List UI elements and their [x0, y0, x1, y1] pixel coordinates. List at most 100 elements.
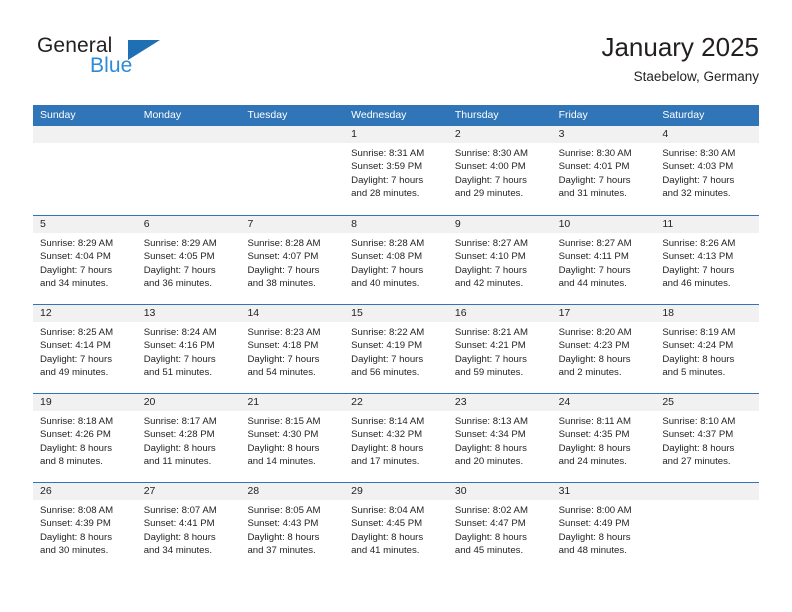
day-detail-line: Sunset: 4:43 PM	[247, 518, 319, 530]
day-cell[interactable]: 4 Sunrise: 8:30 AM Sunset: 4:03 PM Daylight…	[655, 126, 760, 215]
day-detail-line: and 59 minutes.	[454, 367, 524, 379]
day-number: 10	[551, 216, 656, 233]
day-detail-line: Daylight: 8 hours	[143, 531, 216, 543]
day-cell[interactable]: 7 Sunrise: 8:28 AM Sunset: 4:07 PM Daylight…	[240, 216, 345, 304]
day-detail-line: Daylight: 8 hours	[40, 442, 112, 454]
logo-text-blue: Blue	[90, 54, 133, 77]
day-detail-line: Sunrise: 8:00 AM	[558, 505, 632, 516]
day-detail-line: Sunrise: 8:26 AM	[662, 238, 736, 249]
day-cell[interactable]: 30 Sunrise: 8:02 AM Sunset: 4:47 PM Dayligh…	[447, 483, 552, 571]
day-cell[interactable]: 6 Sunrise: 8:29 AM Sunset: 4:05 PM Daylight…	[136, 216, 241, 304]
day-detail-line: Sunset: 4:35 PM	[558, 429, 630, 441]
day-cell[interactable]: 29 Sunrise: 8:04 AM Sunset: 4:45 PM Dayligh…	[344, 483, 448, 571]
day-cell[interactable]: 23 Sunrise: 8:13 AM Sunset: 4:34 PM Dayligh…	[447, 394, 552, 482]
day-cell[interactable]: 8 Sunrise: 8:28 AM Sunset: 4:08 PM Daylight…	[344, 216, 448, 304]
day-cell[interactable]: 19 Sunrise: 8:18 AM Sunset: 4:26 PM Dayligh…	[33, 394, 137, 482]
day-detail-line: and 36 minutes.	[143, 278, 212, 290]
day-detail-line: and 34 minutes.	[40, 278, 109, 290]
day-detail-line: Sunset: 4:45 PM	[351, 518, 423, 530]
day-cell[interactable]: 12 Sunrise: 8:25 AM Sunset: 4:14 PM Dayligh…	[33, 305, 137, 393]
day-cell[interactable]: 31 Sunrise: 8:00 AM Sunset: 4:49 PM Dayligh…	[551, 483, 656, 571]
day-details: Sunrise: 8:21 AM Sunset: 4:21 PM Daylight:…	[448, 322, 552, 380]
day-detail-line: Sunset: 4:49 PM	[558, 518, 630, 530]
day-cell[interactable]: 16 Sunrise: 8:21 AM Sunset: 4:21 PM Dayligh…	[447, 305, 552, 393]
day-detail-line: Sunrise: 8:02 AM	[454, 505, 528, 516]
day-cell[interactable]: 26 Sunrise: 8:08 AM Sunset: 4:39 PM Dayligh…	[33, 483, 137, 571]
day-cell[interactable]: 27 Sunrise: 8:07 AM Sunset: 4:41 PM Dayligh…	[136, 483, 241, 571]
day-cell[interactable]: 25 Sunrise: 8:10 AM Sunset: 4:37 PM Dayligh…	[655, 394, 760, 482]
day-detail-line: Sunrise: 8:30 AM	[454, 148, 528, 159]
day-detail-line: and 38 minutes.	[247, 278, 316, 290]
day-detail-line: Sunrise: 8:14 AM	[351, 416, 425, 427]
day-cell[interactable]: 9 Sunrise: 8:27 AM Sunset: 4:10 PM Daylight…	[447, 216, 552, 304]
day-number: 11	[655, 216, 760, 233]
day-number	[240, 126, 345, 143]
day-details: Sunrise: 8:00 AM Sunset: 4:49 PM Daylight:…	[552, 500, 656, 558]
day-number: 27	[136, 483, 241, 500]
calendar-page: General Blue January 2025 Staebelow, Ger…	[0, 0, 792, 612]
day-cell[interactable]: 15 Sunrise: 8:22 AM Sunset: 4:19 PM Dayligh…	[344, 305, 448, 393]
day-detail-line: and 24 minutes.	[558, 456, 627, 468]
day-details: Sunrise: 8:14 AM Sunset: 4:32 PM Daylight:…	[344, 411, 448, 469]
day-number: 29	[344, 483, 448, 500]
day-details: Sunrise: 8:30 AM Sunset: 4:03 PM Daylight:…	[655, 143, 759, 201]
calendar-weeks: 1 Sunrise: 8:31 AM Sunset: 3:59 PM Daylight…	[33, 126, 760, 571]
day-number	[655, 483, 760, 500]
day-number: 5	[33, 216, 137, 233]
day-details: Sunrise: 8:07 AM Sunset: 4:41 PM Daylight:…	[137, 500, 241, 558]
day-detail-line: Daylight: 8 hours	[662, 353, 735, 365]
day-number	[33, 126, 137, 143]
day-cell[interactable]: 11 Sunrise: 8:26 AM Sunset: 4:13 PM Dayligh…	[655, 216, 760, 304]
day-number: 22	[344, 394, 448, 411]
day-detail-line: Sunrise: 8:21 AM	[454, 327, 528, 338]
day-cell[interactable]: 1 Sunrise: 8:31 AM Sunset: 3:59 PM Daylight…	[344, 126, 448, 215]
logo-triangle-icon	[128, 40, 160, 60]
day-cell[interactable]: 2 Sunrise: 8:30 AM Sunset: 4:00 PM Daylight…	[447, 126, 552, 215]
day-detail-line: and 54 minutes.	[247, 367, 316, 379]
day-cell[interactable]: 20 Sunrise: 8:17 AM Sunset: 4:28 PM Dayligh…	[136, 394, 241, 482]
day-cell[interactable]: 22 Sunrise: 8:14 AM Sunset: 4:32 PM Dayligh…	[344, 394, 448, 482]
day-detail-line: Sunset: 4:41 PM	[143, 518, 215, 530]
day-details: Sunrise: 8:23 AM Sunset: 4:18 PM Daylight:…	[240, 322, 344, 380]
day-cell[interactable]: 5 Sunrise: 8:29 AM Sunset: 4:04 PM Daylight…	[33, 216, 137, 304]
day-details	[137, 143, 241, 147]
day-details: Sunrise: 8:17 AM Sunset: 4:28 PM Daylight:…	[137, 411, 241, 469]
day-number	[136, 126, 241, 143]
day-detail-line: Sunset: 4:19 PM	[351, 340, 423, 352]
day-detail-line: Daylight: 7 hours	[662, 264, 735, 276]
day-cell[interactable]: 28 Sunrise: 8:05 AM Sunset: 4:43 PM Dayligh…	[240, 483, 345, 571]
day-details	[240, 143, 344, 147]
day-details: Sunrise: 8:24 AM Sunset: 4:16 PM Daylight:…	[137, 322, 241, 380]
day-detail-line: and 34 minutes.	[143, 545, 212, 557]
day-cell[interactable]: 21 Sunrise: 8:15 AM Sunset: 4:30 PM Dayligh…	[240, 394, 345, 482]
day-detail-line: Daylight: 7 hours	[351, 174, 424, 186]
day-detail-line: Sunset: 4:32 PM	[351, 429, 423, 441]
day-detail-line: and 30 minutes.	[40, 545, 109, 557]
day-cell[interactable]: 17 Sunrise: 8:20 AM Sunset: 4:23 PM Dayligh…	[551, 305, 656, 393]
day-cell[interactable]: 24 Sunrise: 8:11 AM Sunset: 4:35 PM Dayligh…	[551, 394, 656, 482]
day-number: 6	[136, 216, 241, 233]
day-number: 13	[136, 305, 241, 322]
day-detail-line: and 37 minutes.	[247, 545, 316, 557]
day-detail-line: Sunrise: 8:08 AM	[40, 505, 114, 516]
day-cell-empty	[240, 126, 345, 215]
day-details: Sunrise: 8:27 AM Sunset: 4:11 PM Daylight:…	[552, 233, 656, 291]
day-cell[interactable]: 13 Sunrise: 8:24 AM Sunset: 4:16 PM Dayligh…	[136, 305, 241, 393]
day-number: 17	[551, 305, 656, 322]
day-detail-line: Sunset: 4:28 PM	[143, 429, 215, 441]
day-cell[interactable]: 3 Sunrise: 8:30 AM Sunset: 4:01 PM Daylight…	[551, 126, 656, 215]
day-cell[interactable]: 10 Sunrise: 8:27 AM Sunset: 4:11 PM Dayligh…	[551, 216, 656, 304]
day-cell[interactable]: 18 Sunrise: 8:19 AM Sunset: 4:24 PM Dayligh…	[655, 305, 760, 393]
day-detail-line: Sunrise: 8:05 AM	[247, 505, 321, 516]
day-number: 28	[240, 483, 345, 500]
week-row: 19 Sunrise: 8:18 AM Sunset: 4:26 PM Dayligh…	[33, 393, 760, 482]
day-detail-line: Sunrise: 8:15 AM	[247, 416, 321, 427]
day-detail-line: and 48 minutes.	[558, 545, 627, 557]
day-cell-empty	[655, 483, 760, 571]
day-cell[interactable]: 14 Sunrise: 8:23 AM Sunset: 4:18 PM Dayligh…	[240, 305, 345, 393]
day-detail-line: Sunset: 4:47 PM	[454, 518, 526, 530]
day-detail-line: Sunrise: 8:23 AM	[247, 327, 321, 338]
weekday-header-saturday: Saturday	[662, 109, 705, 121]
day-details: Sunrise: 8:29 AM Sunset: 4:04 PM Daylight:…	[33, 233, 137, 291]
day-detail-line: Daylight: 7 hours	[454, 174, 527, 186]
